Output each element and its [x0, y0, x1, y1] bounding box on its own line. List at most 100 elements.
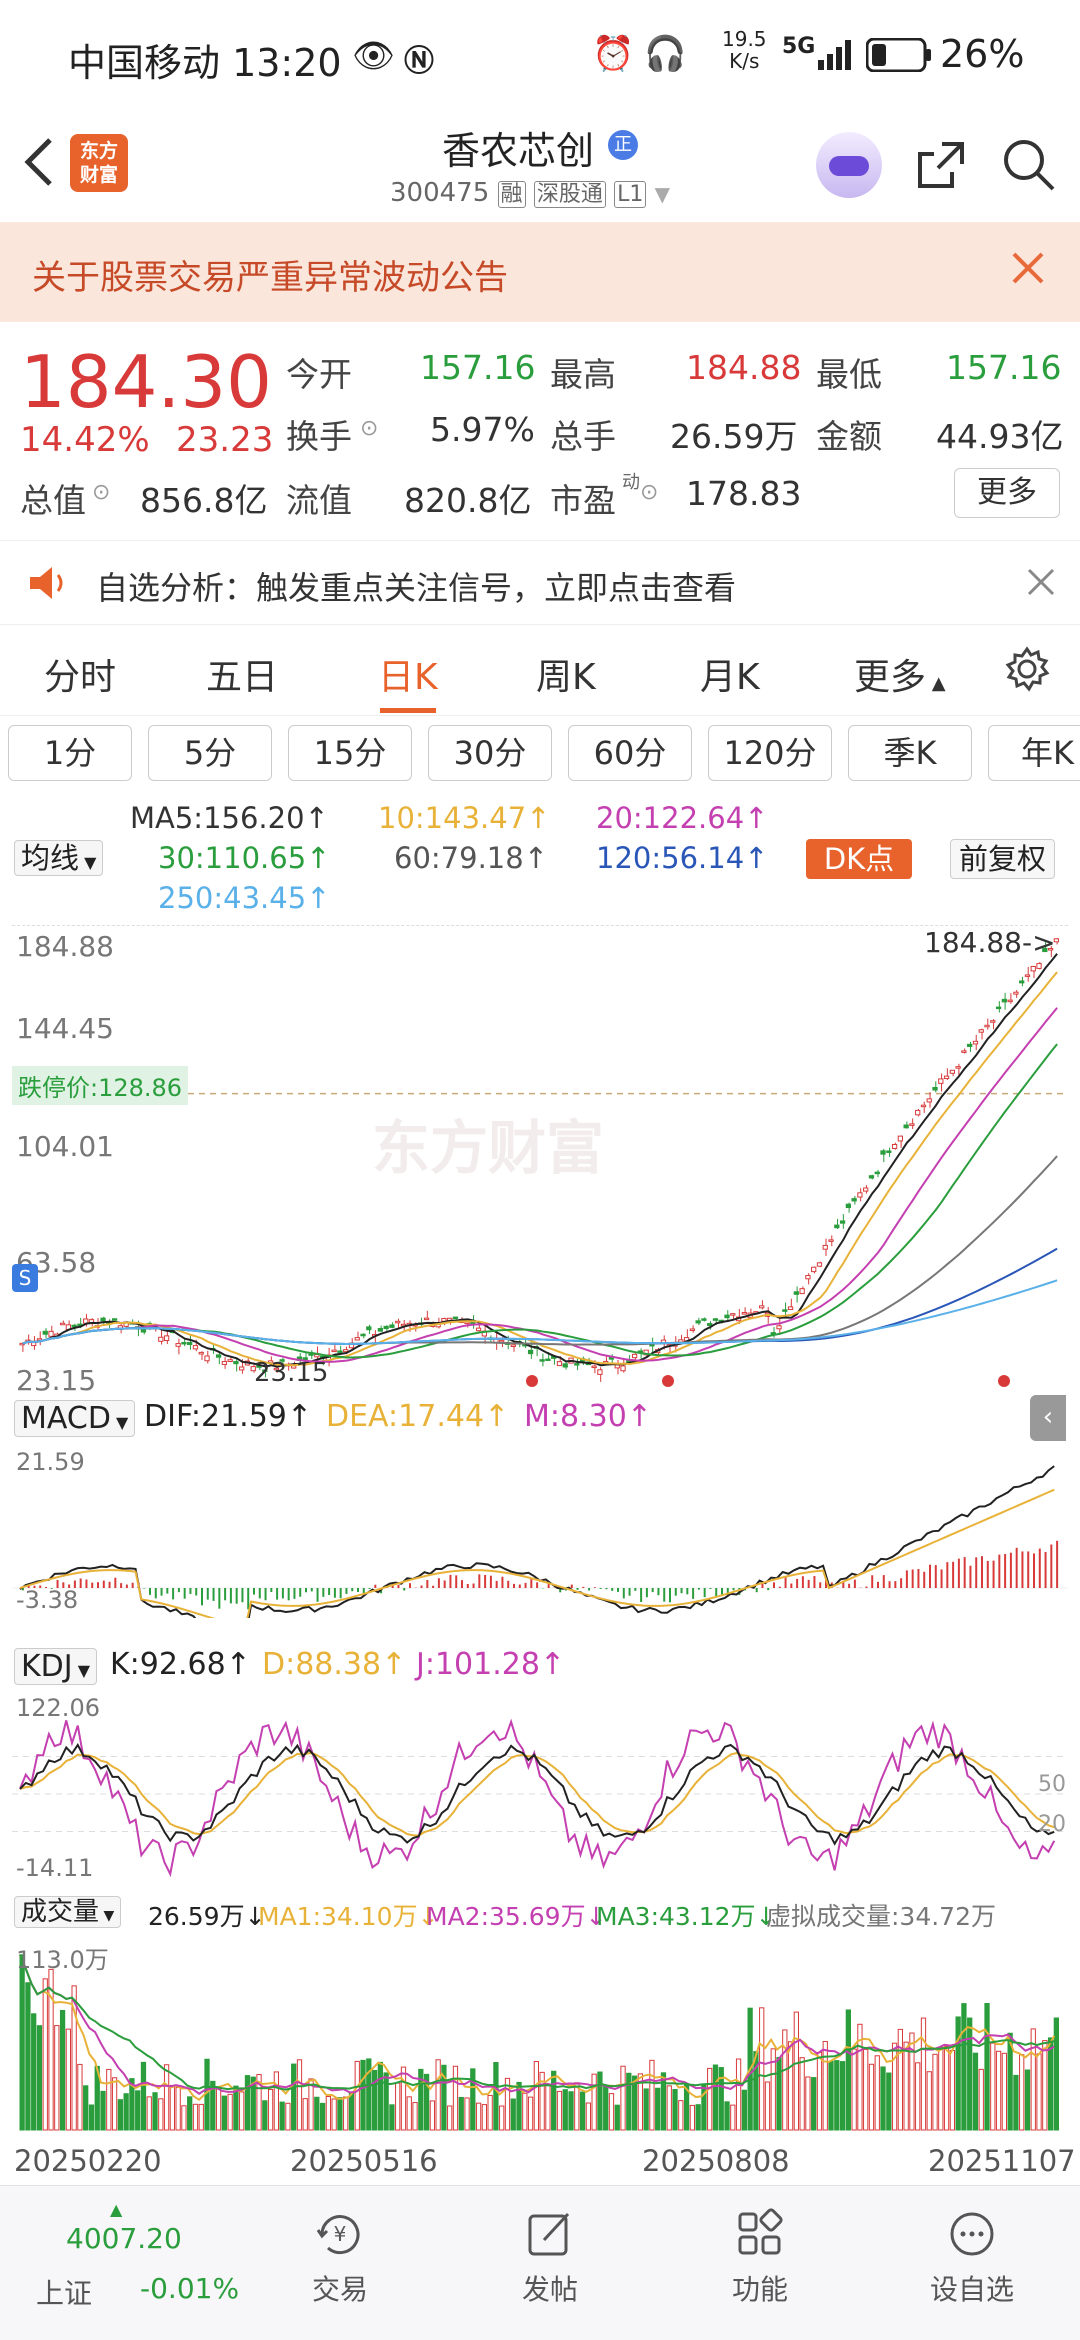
signal-dot — [526, 1375, 538, 1387]
y-label-3: 104.01 — [16, 1130, 114, 1163]
tab-more[interactable]: 更多 ▲ — [854, 648, 946, 700]
candle — [909, 1123, 915, 1126]
macd-selector[interactable]: MACD ▼ — [14, 1399, 136, 1443]
volume-bar — [470, 2068, 476, 2131]
dk-point-button[interactable]: DK点 — [806, 839, 912, 879]
period-60m[interactable]: 60分 — [568, 725, 692, 781]
index-ticker[interactable]: ▲ 4007.20 上证 -0.01% — [30, 2196, 239, 2326]
volume-bar — [822, 2041, 828, 2131]
share-icon[interactable] — [912, 136, 970, 198]
announcement-banner[interactable]: 关于股票交易严重异常波动公告 — [0, 222, 1080, 322]
period-120m[interactable]: 120分 — [708, 725, 832, 781]
candle — [556, 1361, 563, 1367]
candle — [961, 1050, 967, 1053]
adjust-button[interactable]: 前复权 — [950, 839, 1056, 879]
volume-bar — [325, 2096, 332, 2131]
volume-bar — [932, 2053, 938, 2131]
announcement-text[interactable]: 关于股票交易严重异常波动公告 — [32, 250, 508, 299]
tab-weekly-k[interactable]: 周K — [536, 648, 596, 700]
signal-s-icon[interactable]: S — [12, 1264, 38, 1292]
low-label: 最低 — [816, 355, 882, 394]
trade-icon: ¥ — [316, 2215, 360, 2255]
volume-bar — [54, 2025, 60, 2131]
tab-intraday[interactable]: 分时 — [44, 648, 116, 700]
pe-superscript: 动 — [622, 472, 640, 493]
candle — [695, 1320, 701, 1324]
candle — [227, 1359, 233, 1363]
candle — [943, 1075, 950, 1079]
volume-bar — [77, 2063, 83, 2131]
candle — [42, 1330, 48, 1335]
speaker-icon — [26, 563, 70, 607]
alert-text[interactable]: 自选分析：触发重点关注信号，立即点击查看 — [96, 563, 736, 609]
period-1m[interactable]: 1分 — [8, 725, 132, 781]
volume-bar — [730, 2104, 736, 2131]
collapse-panel-button[interactable]: ‹ — [1030, 1395, 1066, 1441]
date-label: 20251107 — [928, 2144, 1076, 2178]
volume-bar — [724, 2101, 730, 2131]
price-change: 23.23 — [176, 420, 274, 460]
period-year[interactable]: 年K — [988, 725, 1080, 781]
y-label-2: 144.45 — [16, 1012, 114, 1045]
kdj-d: D:88.38↑ — [262, 1647, 407, 1682]
candle — [1036, 963, 1042, 969]
assistant-avatar[interactable] — [816, 132, 882, 198]
volume-ma1: MA1:34.10万↓ — [258, 1902, 439, 1931]
nav-add-watchlist[interactable]: 设自选 — [902, 2206, 1042, 2308]
gear-icon[interactable] — [1004, 646, 1050, 696]
nav-trade[interactable]: ¥ 交易 — [270, 2206, 410, 2308]
candle — [915, 1109, 921, 1116]
macd-chart[interactable]: 21.59 -3.38 — [12, 1448, 1068, 1618]
candle — [377, 1328, 384, 1332]
volume-bar — [649, 2059, 655, 2131]
volume-bar — [158, 2098, 164, 2131]
ma30-value: 30:110.65↑ — [158, 841, 331, 875]
kdj-chart[interactable]: 122.06 -14.11 50 20 — [12, 1694, 1068, 1884]
volume-bar — [949, 2049, 956, 2131]
tab-five-day[interactable]: 五日 — [206, 648, 278, 700]
period-quarter[interactable]: 季K — [848, 725, 972, 781]
volume-bar — [955, 2016, 961, 2131]
volume-bar — [995, 2050, 1002, 2131]
volume-selector[interactable]: 成交量 ▼ — [14, 1893, 122, 1935]
nav-post[interactable]: 发帖 — [480, 2206, 620, 2308]
volume-bar — [395, 2082, 401, 2131]
period-30m[interactable]: 30分 — [428, 725, 552, 781]
period-15m[interactable]: 15分 — [288, 725, 412, 781]
kdj-selector[interactable]: KDJ ▼ — [14, 1647, 98, 1691]
analysis-alert[interactable]: 自选分析：触发重点关注信号，立即点击查看 — [0, 540, 1080, 625]
tab-daily-k[interactable]: 日K — [378, 648, 438, 700]
ma-selector[interactable]: 均线 ▼ — [14, 839, 104, 879]
candle — [221, 1361, 228, 1365]
info-icon[interactable]: ⊙ — [92, 480, 110, 505]
macd-dea: DEA:17.44↑ — [326, 1399, 510, 1434]
volume-bar — [429, 2100, 436, 2131]
candle — [423, 1317, 430, 1321]
info-icon[interactable]: ⊙ — [640, 480, 658, 505]
info-icon[interactable]: ⊙ — [360, 416, 378, 441]
nav-functions[interactable]: 功能 — [690, 2206, 830, 2308]
kline-chart[interactable]: 东方财富 184.88 144.45 104.01 63.58 23.15 18… — [12, 925, 1068, 1397]
volume-bar — [475, 2102, 482, 2131]
tab-monthly-k[interactable]: 月K — [700, 648, 760, 700]
signal-dot — [662, 1375, 674, 1387]
volume-bar — [314, 2096, 320, 2131]
close-icon[interactable] — [1010, 250, 1046, 290]
candle — [1024, 974, 1031, 977]
candle — [984, 1024, 990, 1028]
volume-chart[interactable]: 113.0万 — [12, 1940, 1068, 2140]
candle — [366, 1326, 372, 1331]
macd-m: M:8.30↑ — [524, 1399, 652, 1434]
chevron-down-icon[interactable]: ▼ — [655, 182, 670, 206]
candle — [574, 1363, 580, 1366]
candle — [383, 1325, 389, 1330]
back-icon[interactable] — [18, 134, 58, 194]
search-icon[interactable] — [1000, 136, 1058, 198]
close-icon[interactable] — [1026, 567, 1056, 601]
volume-bar — [741, 2089, 748, 2131]
volume-bar — [83, 2085, 89, 2131]
period-5m[interactable]: 5分 — [148, 725, 272, 781]
more-button[interactable]: 更多 — [954, 468, 1060, 518]
volume-bar — [510, 2098, 516, 2131]
candle — [990, 1020, 996, 1023]
